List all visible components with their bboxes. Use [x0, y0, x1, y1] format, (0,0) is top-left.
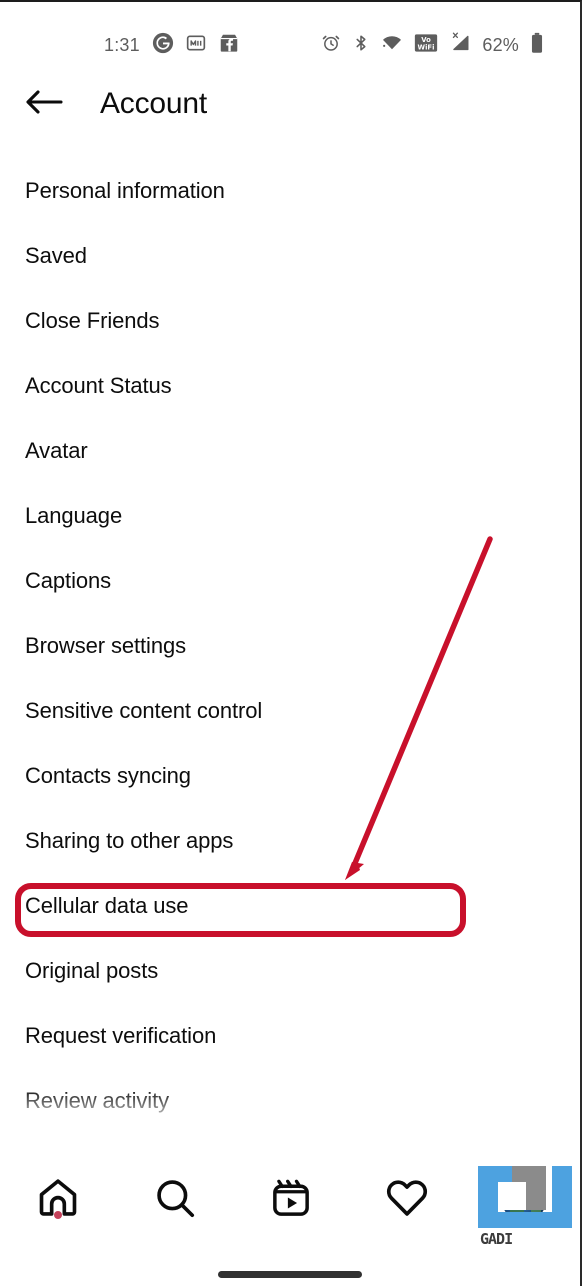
list-item-label: Request verification [25, 1022, 217, 1048]
list-item-label: Captions [25, 567, 112, 593]
list-item-label: Avatar [25, 437, 88, 463]
avatar [501, 1178, 546, 1222]
list-item-label: Language [25, 502, 123, 528]
avatar-detail [530, 1206, 541, 1215]
list-item-label: Personal information [25, 177, 225, 203]
list-item[interactable]: Sensitive content control [0, 678, 580, 743]
list-item-label: Sharing to other apps [25, 827, 234, 853]
list-item-label: Original posts [25, 957, 159, 983]
list-item-label: Close Friends [25, 307, 160, 333]
phone-screen: 1:31 Vo WiFi 62% Account Personal inform… [0, 0, 582, 1286]
facebook-marketplace-icon [218, 32, 240, 59]
list-item-label: Saved [25, 242, 87, 268]
alarm-icon [321, 33, 341, 58]
list-item[interactable]: Account Status [0, 353, 580, 418]
search-icon [152, 1175, 198, 1226]
nav-item-profile[interactable] [466, 1154, 580, 1246]
status-bar: 1:31 Vo WiFi 62% [0, 28, 580, 62]
list-item[interactable]: Language [0, 483, 580, 548]
list-item-label: Contacts syncing [25, 762, 191, 788]
google-icon [152, 32, 174, 59]
reels-icon [269, 1176, 313, 1225]
back-button[interactable] [22, 80, 66, 128]
list-item-label: Cellular data use [25, 892, 189, 918]
list-item[interactable]: Original posts [0, 938, 580, 1003]
list-item[interactable]: Personal information [0, 158, 580, 223]
nav-item-home[interactable] [0, 1154, 116, 1246]
app-header: Account [0, 80, 580, 130]
heart-icon [384, 1175, 430, 1226]
list-item[interactable]: Contacts syncing [0, 743, 580, 808]
battery-icon [530, 32, 544, 59]
status-time: 1:31 [104, 34, 140, 55]
list-item[interactable]: Request verification [0, 1003, 580, 1068]
list-item[interactable]: Browser settings [0, 613, 580, 678]
settings-list: Personal information Saved Close Friends… [0, 158, 580, 1158]
status-bar-left: 1:31 [104, 32, 240, 59]
bottom-navigation-bar [0, 1154, 580, 1246]
medium-icon [186, 33, 206, 58]
bluetooth-icon [352, 33, 370, 58]
list-item[interactable]: Saved [0, 223, 580, 288]
status-bar-right: Vo WiFi 62% [321, 32, 544, 59]
wifi-icon [381, 33, 403, 58]
svg-text:WiFi: WiFi [418, 43, 435, 51]
list-item[interactable]: Sharing to other apps [0, 808, 580, 873]
list-item-cellular-data-use[interactable]: Cellular data use [0, 873, 580, 938]
list-item[interactable]: Avatar [0, 418, 580, 483]
arrow-left-icon [25, 88, 63, 121]
nav-item-search[interactable] [116, 1154, 232, 1246]
nav-item-activity[interactable] [349, 1154, 465, 1246]
volte-wifi-icon: Vo WiFi [414, 33, 438, 58]
list-item[interactable]: Close Friends [0, 288, 580, 353]
list-item-label: Account Status [25, 372, 172, 398]
avatar-detail [509, 1206, 524, 1218]
list-item[interactable]: Captions [0, 548, 580, 613]
cellular-signal-x-icon [449, 32, 471, 58]
list-item[interactable]: Review activity [0, 1068, 580, 1133]
gesture-navigation-bar[interactable] [218, 1271, 362, 1278]
avatar-top [501, 1178, 546, 1198]
page-title: Account [100, 87, 207, 120]
list-item-label: Review activity [25, 1087, 169, 1113]
list-item-label: Sensitive content control [25, 697, 263, 723]
nav-item-reels[interactable] [233, 1154, 349, 1246]
battery-percent: 62% [482, 34, 519, 55]
list-item-label: Browser settings [25, 632, 187, 658]
